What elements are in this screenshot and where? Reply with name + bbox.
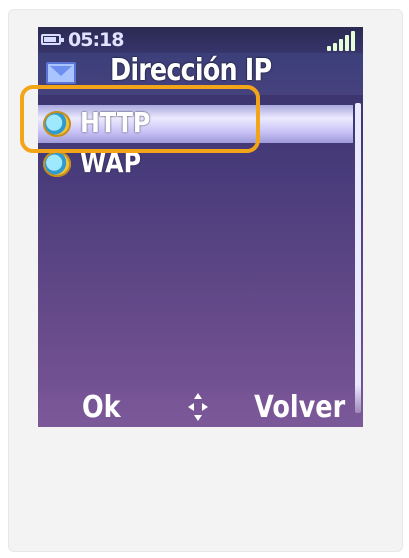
status-bar: 05:18 — [38, 27, 363, 53]
globe-icon — [43, 111, 71, 137]
list-item-wap[interactable]: WAP — [38, 145, 353, 183]
navigation-arrows-icon — [188, 393, 208, 421]
list-item-label: HTTP — [80, 106, 151, 139]
list-item-http[interactable]: HTTP — [38, 105, 353, 143]
scrollbar[interactable] — [355, 103, 361, 413]
status-time: 05:18 — [68, 29, 124, 51]
softkey-bar: Ok Volver — [38, 385, 363, 427]
envelope-icon — [46, 62, 76, 84]
globe-icon — [43, 151, 71, 177]
ok-softkey[interactable]: Ok — [82, 390, 121, 425]
page-title: Dirección IP — [110, 53, 272, 88]
list-item-label: WAP — [80, 146, 142, 179]
signal-strength-icon — [323, 31, 357, 51]
phone-screen: 05:18 Dirección IP HTTP WAP Ok Volver — [38, 27, 363, 427]
back-softkey[interactable]: Volver — [254, 390, 345, 425]
battery-icon — [41, 34, 64, 45]
